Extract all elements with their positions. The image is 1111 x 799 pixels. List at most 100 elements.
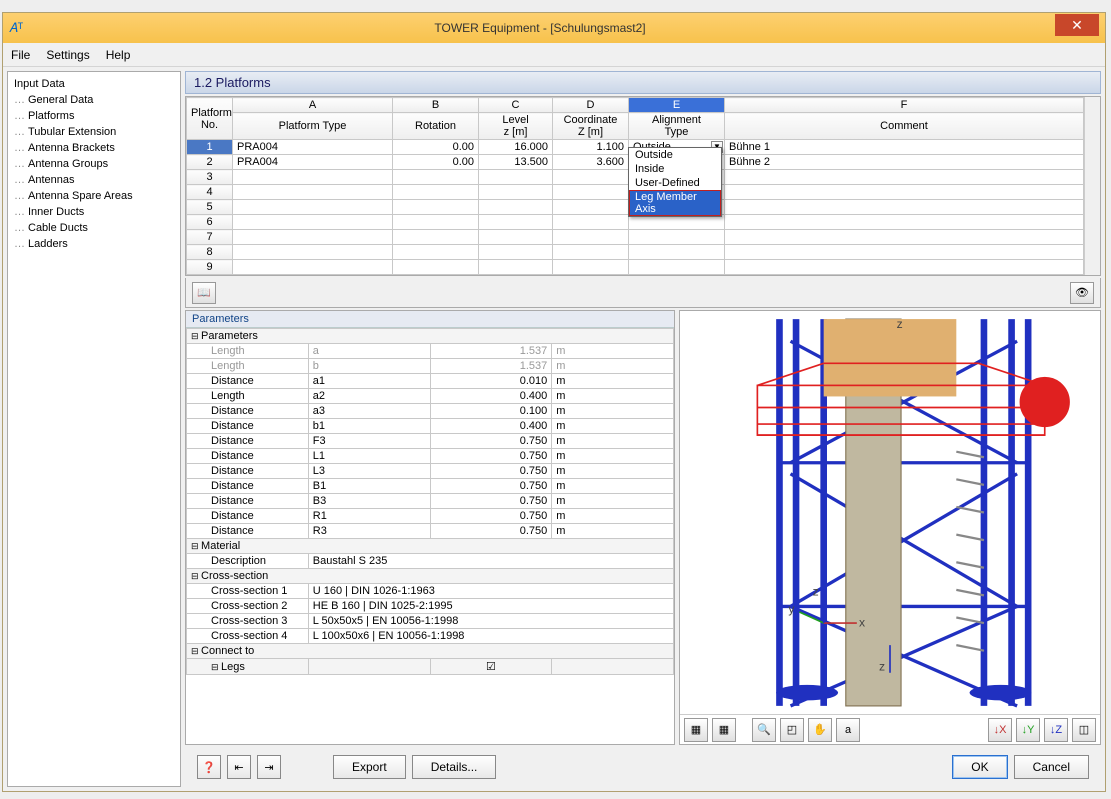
cell-level[interactable]: 13.500 (479, 155, 553, 170)
param-val[interactable]: U 160 | DIN 1026-1:1963 (308, 584, 673, 599)
cell-rotation[interactable] (393, 245, 479, 260)
param-group[interactable]: Connect to (187, 644, 674, 659)
cell-rotation[interactable] (393, 200, 479, 215)
library-button[interactable]: 📖 (192, 282, 216, 304)
param-val[interactable]: L 100x50x6 | EN 10056-1:1998 (308, 629, 673, 644)
cell-comment[interactable] (725, 245, 1084, 260)
param-key[interactable]: Cross-section 1 (187, 584, 309, 599)
row-no[interactable]: 1 (187, 140, 233, 155)
help-button[interactable]: ❓ (197, 755, 221, 779)
param-key[interactable]: Distance (187, 434, 309, 449)
cell-type[interactable] (233, 185, 393, 200)
cell-level[interactable] (479, 185, 553, 200)
cell-comment[interactable] (725, 185, 1084, 200)
import-button[interactable]: ⇤ (227, 755, 251, 779)
cell-z[interactable] (553, 215, 629, 230)
cell-type[interactable] (233, 215, 393, 230)
cell-align[interactable] (629, 245, 725, 260)
param-val[interactable]: 0.400 (430, 419, 552, 434)
cell-z[interactable] (553, 170, 629, 185)
row-no[interactable]: 7 (187, 230, 233, 245)
param-var[interactable]: B1 (308, 479, 430, 494)
menu-help[interactable]: Help (106, 48, 131, 62)
param-group[interactable]: Cross-section (187, 569, 674, 584)
tree-antenna-brackets[interactable]: Antenna Brackets (10, 140, 178, 156)
tree-general-data[interactable]: General Data (10, 92, 178, 108)
param-var[interactable] (308, 659, 430, 675)
tb-rect[interactable]: ◰ (780, 718, 804, 742)
param-key[interactable]: Distance (187, 524, 309, 539)
cell-rotation[interactable]: 0.00 (393, 140, 479, 155)
param-val[interactable]: 0.750 (430, 449, 552, 464)
cell-comment[interactable] (725, 260, 1084, 275)
cell-comment[interactable] (725, 230, 1084, 245)
tree-ladders[interactable]: Ladders (10, 236, 178, 252)
param-val[interactable]: 0.750 (430, 509, 552, 524)
param-key[interactable]: Cross-section 3 (187, 614, 309, 629)
menu-settings[interactable]: Settings (46, 48, 89, 62)
close-button[interactable]: ✕ (1055, 14, 1099, 36)
param-val[interactable]: 0.750 (430, 464, 552, 479)
cell-type[interactable]: PRA004 (233, 155, 393, 170)
param-val[interactable]: 0.100 (430, 404, 552, 419)
param-key[interactable]: Cross-section 4 (187, 629, 309, 644)
param-key[interactable]: Length (187, 389, 309, 404)
param-val[interactable]: ☑ (430, 659, 552, 675)
tree-root[interactable]: Input Data (10, 76, 178, 92)
cell-comment[interactable] (725, 200, 1084, 215)
platforms-grid[interactable]: Platform No. A B C D E F Platform Type R… (185, 96, 1101, 276)
row-no[interactable]: 6 (187, 215, 233, 230)
tree-inner-ducts[interactable]: Inner Ducts (10, 204, 178, 220)
param-key[interactable]: Distance (187, 464, 309, 479)
details-button[interactable]: Details... (412, 755, 497, 779)
param-key[interactable]: Distance (187, 374, 309, 389)
ok-button[interactable]: OK (952, 755, 1007, 779)
tree-platforms[interactable]: Platforms (10, 108, 178, 124)
cell-rotation[interactable] (393, 215, 479, 230)
cell-level[interactable] (479, 200, 553, 215)
param-val[interactable]: HE B 160 | DIN 1025-2:1995 (308, 599, 673, 614)
cell-comment[interactable]: Bühne 1 (725, 140, 1084, 155)
tree-cable-ducts[interactable]: Cable Ducts (10, 220, 178, 236)
cell-z[interactable]: 1.100 (553, 140, 629, 155)
param-var[interactable]: a3 (308, 404, 430, 419)
param-key[interactable]: Description (187, 554, 309, 569)
cancel-button[interactable]: Cancel (1014, 755, 1089, 779)
param-key[interactable]: Distance (187, 404, 309, 419)
cell-z[interactable] (553, 200, 629, 215)
param-key[interactable]: Length (187, 344, 309, 359)
cell-z[interactable] (553, 260, 629, 275)
cell-z[interactable] (553, 185, 629, 200)
cell-rotation[interactable] (393, 185, 479, 200)
cell-align[interactable] (629, 260, 725, 275)
param-val[interactable]: 0.010 (430, 374, 552, 389)
param-val[interactable]: Baustahl S 235 (308, 554, 673, 569)
tb-page1[interactable]: ▦ (684, 718, 708, 742)
preview-canvas[interactable]: x y z z z (680, 311, 1100, 714)
param-group[interactable]: Material (187, 539, 674, 554)
cell-z[interactable] (553, 245, 629, 260)
cell-type[interactable]: PRA004 (233, 140, 393, 155)
cell-rotation[interactable] (393, 170, 479, 185)
param-val[interactable]: 1.537 (430, 359, 552, 374)
tree-antenna-spare-areas[interactable]: Antenna Spare Areas (10, 188, 178, 204)
param-var[interactable]: L1 (308, 449, 430, 464)
tree-tubular-extension[interactable]: Tubular Extension (10, 124, 178, 140)
param-var[interactable]: L3 (308, 464, 430, 479)
alignment-dropdown[interactable]: OutsideInsideUser-DefinedLeg Member Axis (628, 147, 722, 217)
cell-type[interactable] (233, 230, 393, 245)
cell-rotation[interactable] (393, 230, 479, 245)
dropdown-option[interactable]: Inside (629, 162, 721, 176)
param-val[interactable]: 0.750 (430, 524, 552, 539)
param-var[interactable]: R1 (308, 509, 430, 524)
row-no[interactable]: 2 (187, 155, 233, 170)
cell-align[interactable] (629, 230, 725, 245)
param-var[interactable]: a2 (308, 389, 430, 404)
param-var[interactable]: a1 (308, 374, 430, 389)
param-val[interactable]: 0.750 (430, 479, 552, 494)
cell-rotation[interactable] (393, 260, 479, 275)
param-key[interactable]: Distance (187, 509, 309, 524)
tb-view-z[interactable]: ↓Z (1044, 718, 1068, 742)
cell-level[interactable] (479, 215, 553, 230)
param-key[interactable]: Distance (187, 479, 309, 494)
